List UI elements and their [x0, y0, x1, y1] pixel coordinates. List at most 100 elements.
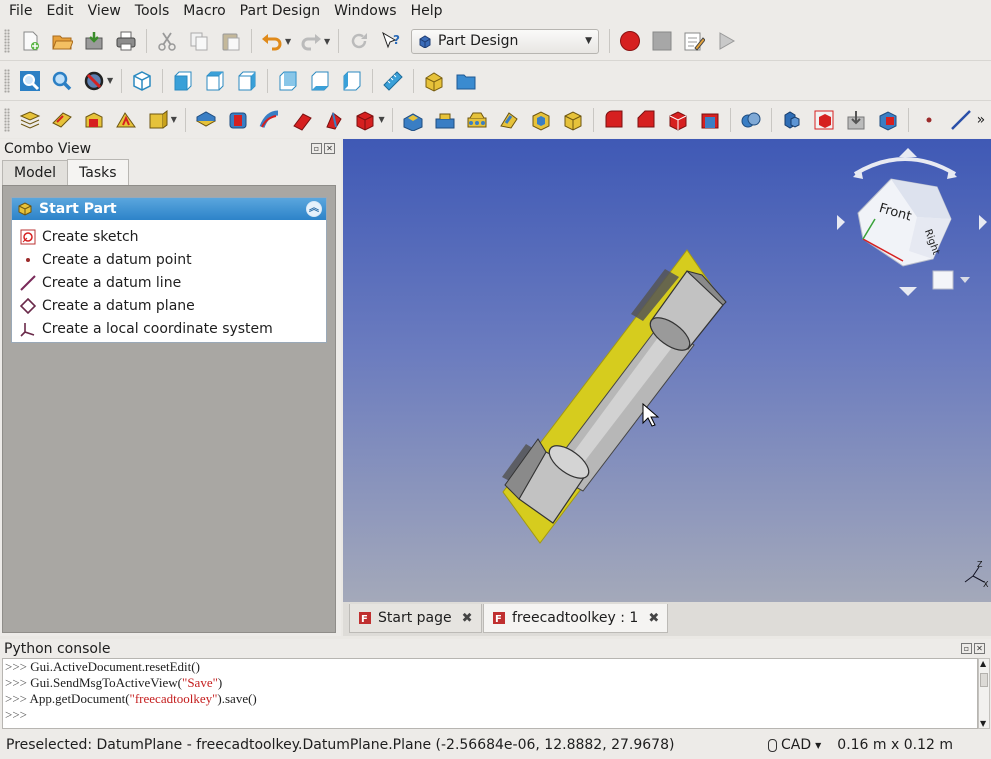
tab-freecadtoolkey[interactable]: F freecadtoolkey : 1 ✖ [483, 604, 669, 633]
measure-distance-button[interactable] [379, 67, 407, 95]
float-icon[interactable]: ▫ [961, 643, 972, 654]
cut-button[interactable] [153, 27, 181, 55]
toolbar-grip[interactable] [4, 107, 10, 132]
subtractive-pipe-button[interactable] [527, 106, 555, 134]
undo-dropdown-icon[interactable]: ▼ [285, 37, 293, 46]
copy-button[interactable] [185, 27, 213, 55]
create-sketch-button[interactable] [48, 106, 76, 134]
tab-start-page[interactable]: F Start page ✖ [349, 604, 482, 633]
subtractive-primitive-button[interactable] [559, 106, 587, 134]
multi-transform-button[interactable] [874, 106, 902, 134]
navigation-style-button[interactable]: CAD ▼ [767, 737, 821, 753]
subtractive-loft-button[interactable] [495, 106, 523, 134]
boolean-button[interactable] [737, 106, 765, 134]
scroll-up-icon[interactable]: ▲ [980, 659, 986, 668]
menu-view[interactable]: View [83, 3, 126, 19]
linear-pattern-button[interactable] [810, 106, 838, 134]
open-button[interactable] [48, 27, 76, 55]
task-create-datum-plane[interactable]: Create a datum plane [12, 294, 326, 317]
view-top-button[interactable] [201, 67, 229, 95]
task-create-datum-line[interactable]: Create a datum line [12, 271, 326, 294]
additive-pipe-button[interactable] [288, 106, 316, 134]
menu-help[interactable]: Help [406, 3, 448, 19]
menu-file[interactable]: File [4, 3, 37, 19]
fit-all-button[interactable] [16, 67, 44, 95]
mirrored-button[interactable] [778, 106, 806, 134]
menu-part-design[interactable]: Part Design [235, 3, 325, 19]
macro-edit-button[interactable] [680, 27, 708, 55]
hole-button[interactable] [431, 106, 459, 134]
groove-button[interactable] [463, 106, 491, 134]
macro-record-button[interactable] [616, 27, 644, 55]
toolbar-grip[interactable] [4, 29, 10, 53]
fillet-button[interactable] [600, 106, 628, 134]
paste-button[interactable] [217, 27, 245, 55]
create-part-button[interactable] [420, 67, 448, 95]
close-icon[interactable]: ✕ [974, 643, 985, 654]
subtractive-pocket-button[interactable] [399, 106, 427, 134]
check-geometry-button[interactable] [112, 106, 140, 134]
task-box-header[interactable]: Start Part ︽ [12, 198, 326, 220]
undo-button[interactable] [258, 27, 286, 55]
close-icon[interactable]: ✕ [324, 143, 335, 154]
redo-button[interactable] [297, 27, 325, 55]
binder-dropdown-icon[interactable]: ▼ [171, 115, 179, 124]
workbench-selector[interactable]: Part Design ▼ [411, 28, 599, 54]
view-left-button[interactable] [338, 67, 366, 95]
datum-point-button[interactable] [915, 106, 943, 134]
thickness-button[interactable] [696, 106, 724, 134]
shapebinder-button[interactable] [144, 106, 172, 134]
task-create-sketch[interactable]: Create sketch [12, 225, 326, 248]
view-bottom-button[interactable] [306, 67, 334, 95]
tab-model[interactable]: Model [2, 160, 69, 185]
tab-tasks[interactable]: Tasks [67, 159, 129, 185]
collapse-icon[interactable]: ︽ [306, 201, 322, 217]
view-isometric-button[interactable] [128, 67, 156, 95]
additive-primitive-button[interactable] [352, 106, 380, 134]
menu-windows[interactable]: Windows [329, 3, 402, 19]
fit-selection-button[interactable] [48, 67, 76, 95]
datum-line-button[interactable] [947, 106, 975, 134]
task-create-datum-point[interactable]: Create a datum point [12, 248, 326, 271]
refresh-button[interactable] [345, 27, 373, 55]
scroll-down-icon[interactable]: ▼ [980, 719, 986, 728]
menu-edit[interactable]: Edit [41, 3, 78, 19]
close-icon[interactable]: ✖ [648, 611, 659, 626]
float-icon[interactable]: ▫ [311, 143, 322, 154]
menu-macro[interactable]: Macro [178, 3, 230, 19]
toolbar-overflow-icon[interactable]: » [977, 112, 986, 128]
polar-pattern-button[interactable] [842, 106, 870, 134]
3d-scene[interactable]: Front Right Z X [343, 139, 991, 602]
draft-button[interactable] [664, 106, 692, 134]
toolbar-grip[interactable] [4, 68, 10, 93]
print-button[interactable] [112, 27, 140, 55]
console-scrollbar[interactable]: ▲ ▼ [978, 658, 990, 729]
task-create-local-cs[interactable]: Create a local coordinate system [12, 317, 326, 340]
new-document-button[interactable] [16, 27, 44, 55]
create-body-button[interactable] [16, 106, 44, 134]
whats-this-button[interactable]: ? [377, 27, 405, 55]
3d-viewport[interactable]: Front Right Z X [343, 139, 991, 602]
save-button[interactable] [80, 27, 108, 55]
navigation-cube[interactable]: Front Right [837, 148, 987, 296]
draw-style-dropdown-icon[interactable]: ▼ [107, 76, 115, 85]
create-group-button[interactable] [452, 67, 480, 95]
draw-style-button[interactable] [80, 67, 108, 95]
macro-run-button[interactable] [712, 27, 740, 55]
primitive-dropdown-icon[interactable]: ▼ [378, 115, 386, 124]
scrollbar-thumb[interactable] [980, 673, 988, 687]
view-front-button[interactable] [169, 67, 197, 95]
view-right-button[interactable] [233, 67, 261, 95]
menu-tools[interactable]: Tools [130, 3, 175, 19]
chamfer-button[interactable] [632, 106, 660, 134]
pad-button[interactable] [192, 106, 220, 134]
view-rear-button[interactable] [274, 67, 302, 95]
macro-stop-button[interactable] [648, 27, 676, 55]
additive-helix-button[interactable] [320, 106, 348, 134]
close-icon[interactable]: ✖ [462, 611, 473, 626]
redo-dropdown-icon[interactable]: ▼ [324, 37, 332, 46]
loft-button[interactable] [256, 106, 284, 134]
python-console-input[interactable]: >>> Gui.ActiveDocument.resetEdit() >>> G… [2, 658, 978, 729]
validate-sketch-button[interactable] [80, 106, 108, 134]
pocket-button[interactable] [224, 106, 252, 134]
